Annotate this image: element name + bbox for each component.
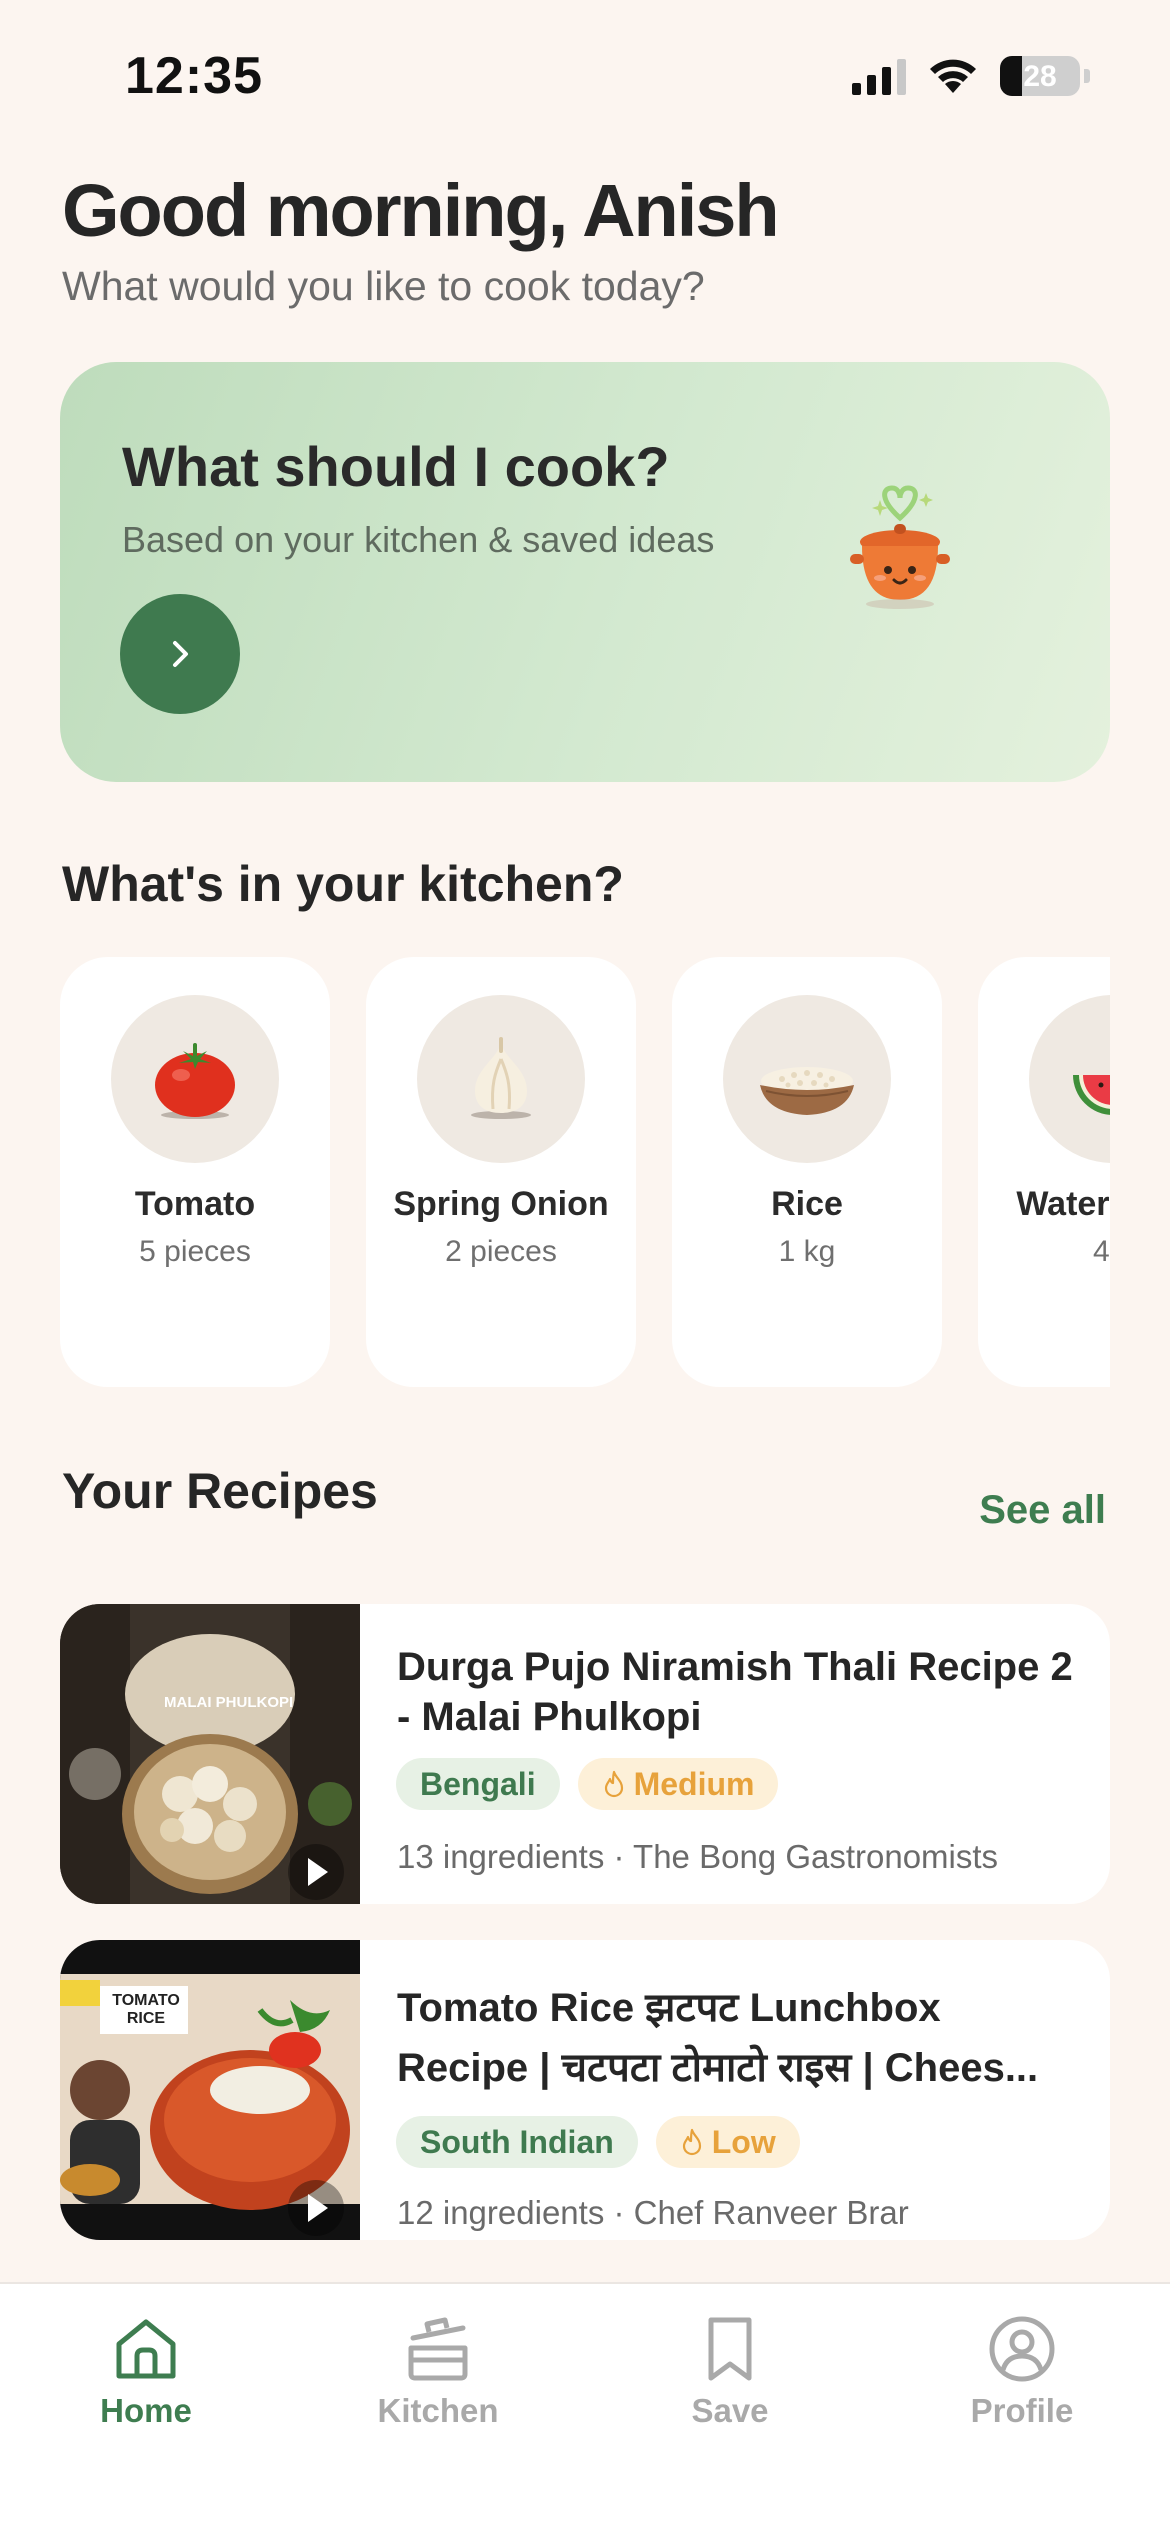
recipe-title: Tomato Rice झटपट Lunchbox Recipe | चटपटा…: [397, 1986, 1039, 2090]
bookmark-icon: [708, 2317, 752, 2381]
recipe-tags: Bengali Medium: [396, 1758, 779, 1810]
hero-go-button[interactable]: [120, 594, 240, 714]
status-time: 12:35: [125, 47, 263, 105]
bottom-tab-bar: Home Kitchen Save Profile: [0, 2282, 1170, 2532]
battery-icon: 28: [1000, 56, 1080, 96]
kitchen-items-carousel[interactable]: Tomato 5 pieces Spring Onion 2 pieces Ri…: [60, 957, 1110, 1387]
difficulty-label: Low: [711, 2123, 776, 2160]
greeting-subtitle: What would you like to cook today?: [62, 263, 705, 309]
tomato-icon: [155, 1043, 235, 1119]
kitchen-section-title: What's in your kitchen?: [62, 856, 624, 912]
play-icon[interactable]: [288, 1844, 344, 1900]
status-bar: 12:35 28: [0, 0, 1170, 150]
flame-icon: [604, 1770, 623, 1798]
greeting-title: Good morning, Anish: [62, 169, 780, 252]
recipe-thumbnail: MALAI PHULKOPI: [60, 1604, 360, 1904]
item-quantity: 2 pieces: [445, 1235, 557, 1268]
recipe-tags: South Indian Low: [396, 2116, 800, 2168]
item-name: Rice: [771, 1185, 843, 1223]
garlic-icon: [471, 1037, 531, 1119]
play-icon[interactable]: [288, 2180, 344, 2236]
kitchen-item-card[interactable]: Rice 1 kg: [672, 957, 942, 1387]
difficulty-tag: Medium: [577, 1758, 779, 1810]
item-name: Watermelon: [1016, 1185, 1110, 1223]
cuisine-tag: South Indian: [396, 2116, 638, 2168]
item-icon-circle: [1029, 995, 1110, 1163]
difficulty-tag: Low: [655, 2116, 800, 2168]
see-all-link[interactable]: See all: [979, 1488, 1106, 1533]
battery-tip: [1084, 69, 1090, 83]
tab-label: Save: [691, 2392, 769, 2429]
recipe-thumbnail: TOMATO RICE: [60, 1940, 360, 2240]
item-name: Tomato: [134, 1185, 256, 1223]
pot-icon: [408, 2317, 468, 2381]
battery-level: 28: [1023, 60, 1057, 93]
recipe-meta: 12 ingredients · Chef Ranveer Brar: [397, 2194, 909, 2231]
kitchen-item-card[interactable]: Spring Onion 2 pieces: [366, 957, 636, 1387]
tab-save[interactable]: Save: [640, 2314, 820, 2430]
tab-profile[interactable]: Profile: [932, 2314, 1112, 2430]
what-to-cook-card[interactable]: What should I cook? Based on your kitche…: [60, 362, 1110, 782]
tab-label: Kitchen: [377, 2392, 499, 2429]
chevron-right-icon: [173, 641, 188, 667]
tab-kitchen[interactable]: Kitchen: [348, 2314, 528, 2430]
kitchen-item-card[interactable]: Tomato 5 pieces: [60, 957, 330, 1387]
cuisine-tag: Bengali: [396, 1758, 560, 1810]
rice-bowl-icon: [760, 1067, 854, 1115]
item-quantity: 4 c: [1092, 1235, 1110, 1268]
difficulty-label: Medium: [633, 1765, 755, 1802]
recipe-meta: 13 ingredients · The Bong Gastronomists: [397, 1838, 999, 1875]
cooking-pot-mascot-icon: [850, 485, 950, 609]
kitchen-item-card[interactable]: Watermelon 4 c: [978, 957, 1110, 1387]
flame-icon: [682, 2128, 701, 2156]
cellular-signal-icon: [852, 57, 906, 95]
item-icon-circle: [723, 995, 891, 1163]
thumbnail-caption: TOMATO RICE: [112, 1992, 180, 2027]
item-icon-circle: [417, 995, 585, 1163]
recipes-section-title: Your Recipes: [62, 1463, 378, 1519]
item-name: Spring Onion: [393, 1185, 609, 1223]
tab-label: Profile: [970, 2392, 1074, 2429]
watermelon-icon: [1073, 1075, 1110, 1115]
item-quantity: 5 pieces: [139, 1235, 251, 1268]
tab-label: Home: [100, 2392, 192, 2429]
hero-title: What should I cook?: [122, 435, 670, 498]
item-icon-circle: [111, 995, 279, 1163]
status-icons: 28: [852, 56, 1090, 96]
hero-subtitle: Based on your kitchen & saved ideas: [122, 519, 715, 560]
recipe-title: Durga Pujo Niramish Thali Recipe 2 - Mal…: [397, 1645, 1073, 1739]
home-icon: [116, 2319, 176, 2379]
wifi-icon: [930, 59, 976, 93]
item-quantity: 1 kg: [778, 1235, 836, 1268]
profile-icon: [989, 2316, 1055, 2382]
recipe-card[interactable]: MALAI PHULKOPI Durga Pujo Niramish Thali…: [60, 1604, 1110, 1904]
greeting: Good morning, Anish What would you like …: [62, 168, 780, 310]
thumbnail-caption: MALAI PHULKOPI: [164, 1694, 294, 1711]
recipe-card[interactable]: TOMATO RICE Tomato Rice झटपट Lunchbox Re…: [60, 1940, 1110, 2240]
tab-home[interactable]: Home: [56, 2314, 236, 2430]
